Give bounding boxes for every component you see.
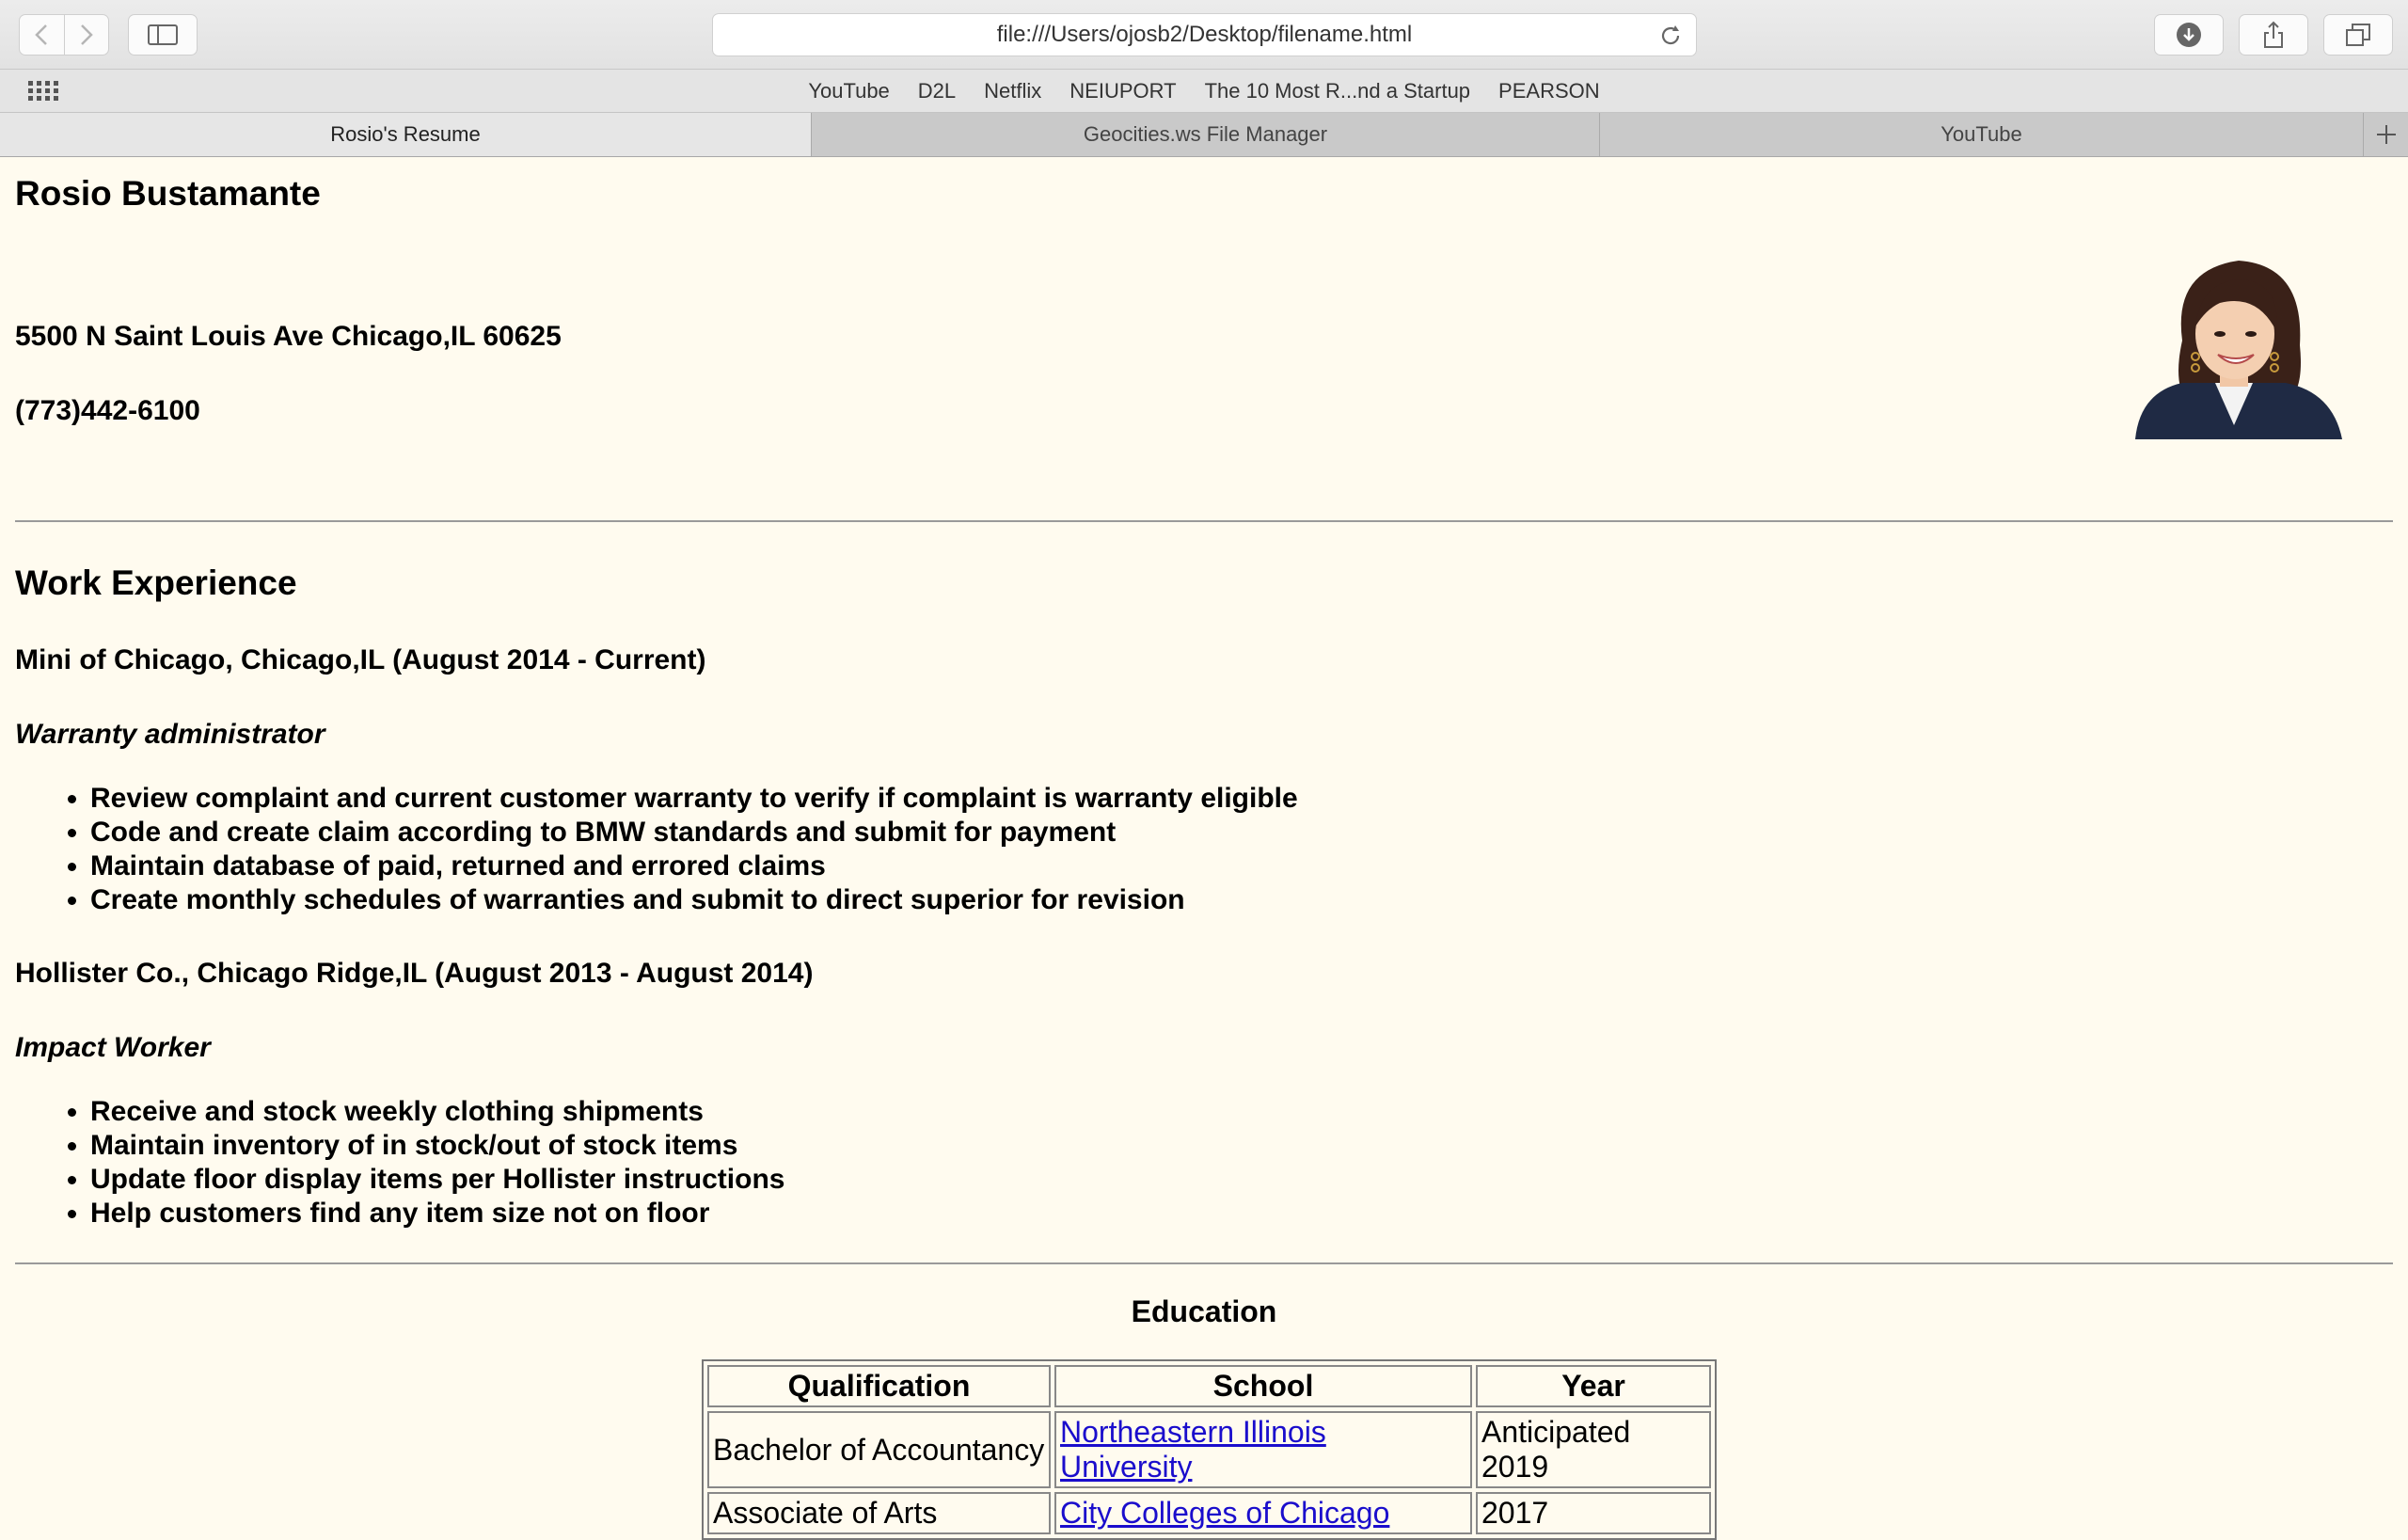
work-experience-heading: Work Experience [15, 564, 297, 602]
education-table: Qualification School Year Bachelor of Ac… [702, 1359, 1717, 1540]
table-row: Associate of Arts City Colleges of Chica… [707, 1492, 1711, 1534]
sidebar-button[interactable] [128, 14, 198, 56]
tab-label: Rosio's Resume [330, 122, 481, 146]
year-cell: 2017 [1476, 1492, 1711, 1534]
education-heading: Education [1131, 1294, 1277, 1328]
bookmark-neiuport[interactable]: NEIUPORT [1055, 79, 1190, 103]
browser-toolbar: file:///Users/ojosb2/Desktop/filename.ht… [0, 0, 2408, 70]
year-cell: Anticipated 2019 [1476, 1411, 1711, 1488]
job-duties-list: Receive and stock weekly clothing shipme… [15, 1095, 784, 1230]
list-item: Review complaint and current customer wa… [90, 782, 1298, 816]
bookmark-youtube[interactable]: YouTube [794, 79, 903, 103]
list-item: Maintain inventory of in stock/out of st… [90, 1129, 784, 1163]
bookmark-list: YouTube D2L Netflix NEIUPORT The 10 Most… [0, 70, 2408, 113]
job-title: Warranty administrator [15, 719, 325, 750]
bookmark-startup-article[interactable]: The 10 Most R...nd a Startup [1191, 79, 1484, 103]
address-bar[interactable]: file:///Users/ojosb2/Desktop/filename.ht… [712, 13, 1697, 56]
table-header-row: Qualification School Year [707, 1365, 1711, 1407]
resume-phone: (773)442-6100 [15, 395, 200, 426]
bookmark-pearson[interactable]: PEARSON [1484, 79, 1614, 103]
section-divider [15, 520, 2393, 522]
tab-bar: Rosio's Resume Geocities.ws File Manager… [0, 113, 2408, 157]
school-link[interactable]: Northeastern Illinois University [1060, 1415, 1326, 1484]
download-icon [2177, 23, 2201, 47]
list-item: Receive and stock weekly clothing shipme… [90, 1095, 784, 1129]
tab-label: YouTube [1941, 122, 2022, 146]
tab-geocities-file-manager[interactable]: Geocities.ws File Manager [812, 113, 1600, 156]
job-duties-list: Review complaint and current customer wa… [15, 782, 1298, 917]
list-item: Maintain database of paid, returned and … [90, 849, 1298, 883]
table-row: Bachelor of Accountancy Northeastern Ill… [707, 1411, 1711, 1488]
tab-label: Geocities.ws File Manager [1083, 122, 1328, 146]
tab-youtube[interactable]: YouTube [1600, 113, 2364, 156]
downloads-button[interactable] [2154, 14, 2224, 56]
profile-avatar-illustration [2135, 261, 2342, 439]
bookmark-netflix[interactable]: Netflix [970, 79, 1055, 103]
resume-page: Rosio Bustamante 5500 N Saint Louis Ave … [0, 157, 2408, 1540]
column-header-school: School [1054, 1365, 1472, 1407]
qualification-cell: Associate of Arts [707, 1492, 1051, 1534]
column-header-qualification: Qualification [707, 1365, 1051, 1407]
new-tab-button[interactable] [2364, 113, 2408, 156]
plus-icon [2376, 125, 2396, 144]
forward-button[interactable] [65, 15, 109, 55]
resume-address: 5500 N Saint Louis Ave Chicago,IL 60625 [15, 321, 562, 352]
job-title: Impact Worker [15, 1032, 211, 1063]
navigation-buttons [19, 14, 109, 56]
list-item: Create monthly schedules of warranties a… [90, 883, 1298, 917]
tab-rosios-resume[interactable]: Rosio's Resume [0, 113, 812, 156]
qualification-cell: Bachelor of Accountancy [707, 1411, 1051, 1488]
bookmark-d2l[interactable]: D2L [904, 79, 970, 103]
school-link[interactable]: City Colleges of Chicago [1060, 1496, 1389, 1530]
chevron-right-icon [80, 24, 93, 45]
bookmarks-bar: YouTube D2L Netflix NEIUPORT The 10 Most… [0, 70, 2408, 113]
reload-icon[interactable] [1658, 24, 1683, 48]
list-item: Update floor display items per Hollister… [90, 1163, 784, 1197]
resume-name: Rosio Bustamante [15, 174, 321, 213]
share-icon [2264, 21, 2283, 48]
section-divider [15, 1262, 2393, 1264]
tab-overview-button[interactable] [2323, 14, 2393, 56]
job-employer: Hollister Co., Chicago Ridge,IL (August … [15, 958, 814, 989]
column-header-year: Year [1476, 1365, 1711, 1407]
share-button[interactable] [2239, 14, 2308, 56]
url-text: file:///Users/ojosb2/Desktop/filename.ht… [996, 22, 1413, 47]
back-button[interactable] [20, 15, 65, 55]
list-item: Code and create claim according to BMW s… [90, 816, 1298, 849]
job-employer: Mini of Chicago, Chicago,IL (August 2014… [15, 644, 706, 675]
tabs-overview-icon [2346, 24, 2370, 46]
school-cell: Northeastern Illinois University [1054, 1411, 1472, 1488]
list-item: Help customers find any item size not on… [90, 1197, 784, 1230]
chevron-left-icon [35, 24, 48, 45]
school-cell: City Colleges of Chicago [1054, 1492, 1472, 1534]
sidebar-icon [148, 24, 178, 45]
